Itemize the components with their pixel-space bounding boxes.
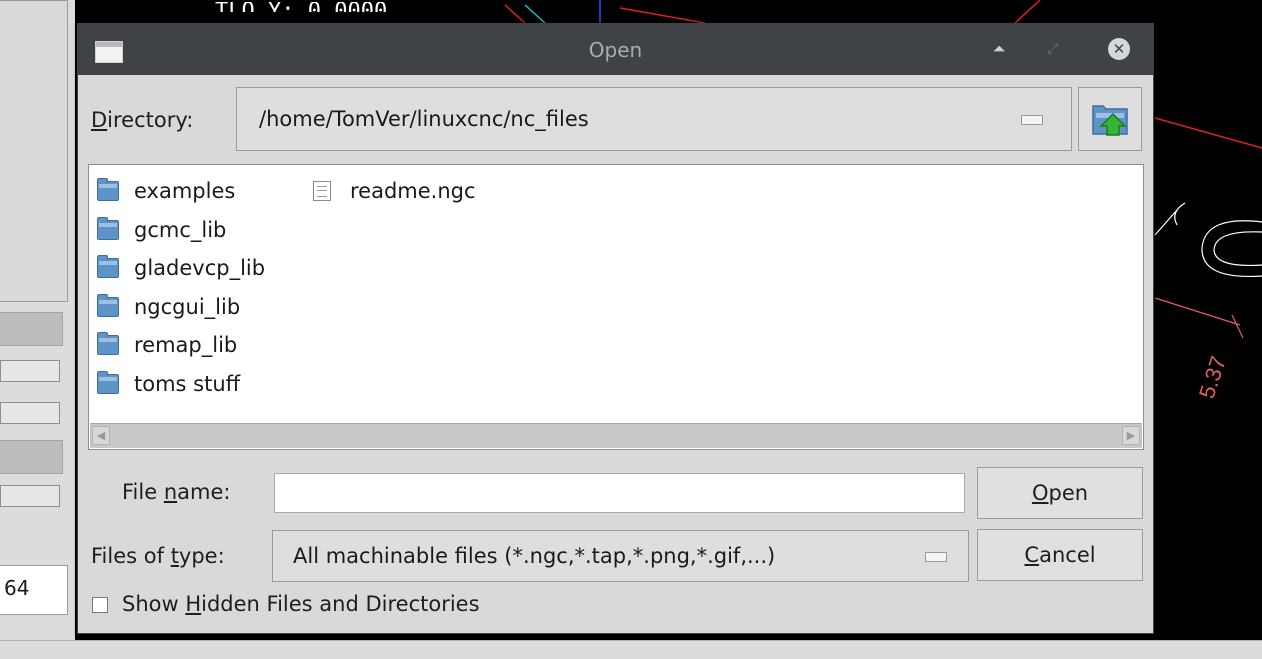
dimension-line	[1154, 297, 1241, 326]
scroll-left-arrow[interactable]: ◀	[92, 426, 110, 445]
engraving-path	[1213, 231, 1262, 267]
file-type-dropdown[interactable]: All machinable files (*.ngc,*.tap,*.png,…	[272, 530, 969, 582]
directory-label: Directory:	[91, 108, 194, 132]
eject-icon: ⏶	[992, 39, 1006, 58]
folder-icon	[97, 255, 119, 279]
left-panel-upper	[0, 0, 68, 302]
folder-icon	[97, 332, 119, 356]
item-name: remap_lib	[134, 333, 238, 358]
directory-dropdown[interactable]: /home/TomVer/linuxcnc/nc_files	[236, 87, 1072, 151]
item-name: gcmc_lib	[134, 217, 227, 242]
dropdown-indicator-icon	[925, 552, 947, 562]
folder-icon	[97, 178, 119, 201]
dimension-tick	[1231, 314, 1244, 339]
dimension-label: 5.37	[1194, 353, 1231, 401]
open-file-dialog: Open ⏶ ⤢ ✕ Directory: /home/TomVer/linux…	[77, 23, 1154, 634]
file-name-input[interactable]	[274, 473, 965, 513]
file-name-label: File name:	[122, 480, 231, 504]
item-name: examples	[134, 179, 236, 203]
left-control-panel: 64	[0, 0, 75, 640]
open-button[interactable]: Open	[977, 467, 1143, 519]
toolpath-line	[504, 4, 526, 24]
files-of-type-label: Files of type:	[91, 544, 225, 568]
dialog-titlebar[interactable]: Open ⏶ ⤢ ✕	[78, 24, 1153, 75]
toolpath-line	[1014, 0, 1041, 24]
show-hidden-label[interactable]: Show Hidden Files and Directories	[122, 591, 480, 617]
maximize-window-button[interactable]: ⤢	[1043, 39, 1063, 59]
cancel-button[interactable]: Cancel	[977, 529, 1143, 581]
left-panel-value: 64	[4, 576, 30, 600]
folder-icon	[97, 371, 119, 394]
left-panel-button[interactable]	[0, 402, 60, 424]
folder-icon	[97, 293, 119, 317]
toolpath-line	[524, 4, 546, 24]
parent-directory-button[interactable]	[1078, 87, 1142, 151]
left-panel-button[interactable]	[0, 485, 60, 507]
close-icon: ✕	[1112, 40, 1126, 58]
document-icon	[313, 181, 331, 201]
left-panel-strip	[0, 312, 63, 346]
file-list[interactable]: examples gcmc_lib gladevcp_lib ngcgui_lib re…	[88, 164, 1144, 450]
left-panel-button[interactable]	[0, 360, 60, 382]
toolpath-line	[619, 7, 706, 24]
directory-path: /home/TomVer/linuxcnc/nc_files	[259, 107, 589, 131]
horizontal-scrollbar[interactable]: ◀ ▶	[90, 423, 1142, 448]
item-name: readme.ngc	[350, 179, 476, 203]
left-panel-strip	[0, 440, 63, 474]
folder-icon	[97, 216, 119, 240]
left-panel-value-field[interactable]: 64	[0, 565, 68, 615]
engraving-path	[1201, 220, 1262, 278]
maximize-icon: ⤢	[1047, 41, 1059, 57]
item-name: toms stuff	[134, 372, 241, 396]
toolpath-line	[1154, 117, 1262, 149]
close-window-button[interactable]: ✕	[1108, 38, 1130, 60]
status-bar	[0, 640, 1262, 659]
item-name: ngcgui_lib	[134, 294, 241, 319]
item-name: gladevcp_lib	[134, 256, 266, 281]
engraving-path	[1174, 202, 1186, 226]
scroll-right-arrow[interactable]: ▶	[1122, 426, 1140, 445]
engraving-path	[1154, 209, 1178, 236]
show-hidden-checkbox[interactable]	[92, 597, 108, 613]
dropdown-indicator-icon	[1021, 115, 1043, 125]
folder-up-icon	[1092, 105, 1128, 136]
file-type-value: All machinable files (*.ngc,*.tap,*.png,…	[293, 544, 776, 568]
shade-window-button[interactable]: ⏶	[989, 39, 1009, 59]
